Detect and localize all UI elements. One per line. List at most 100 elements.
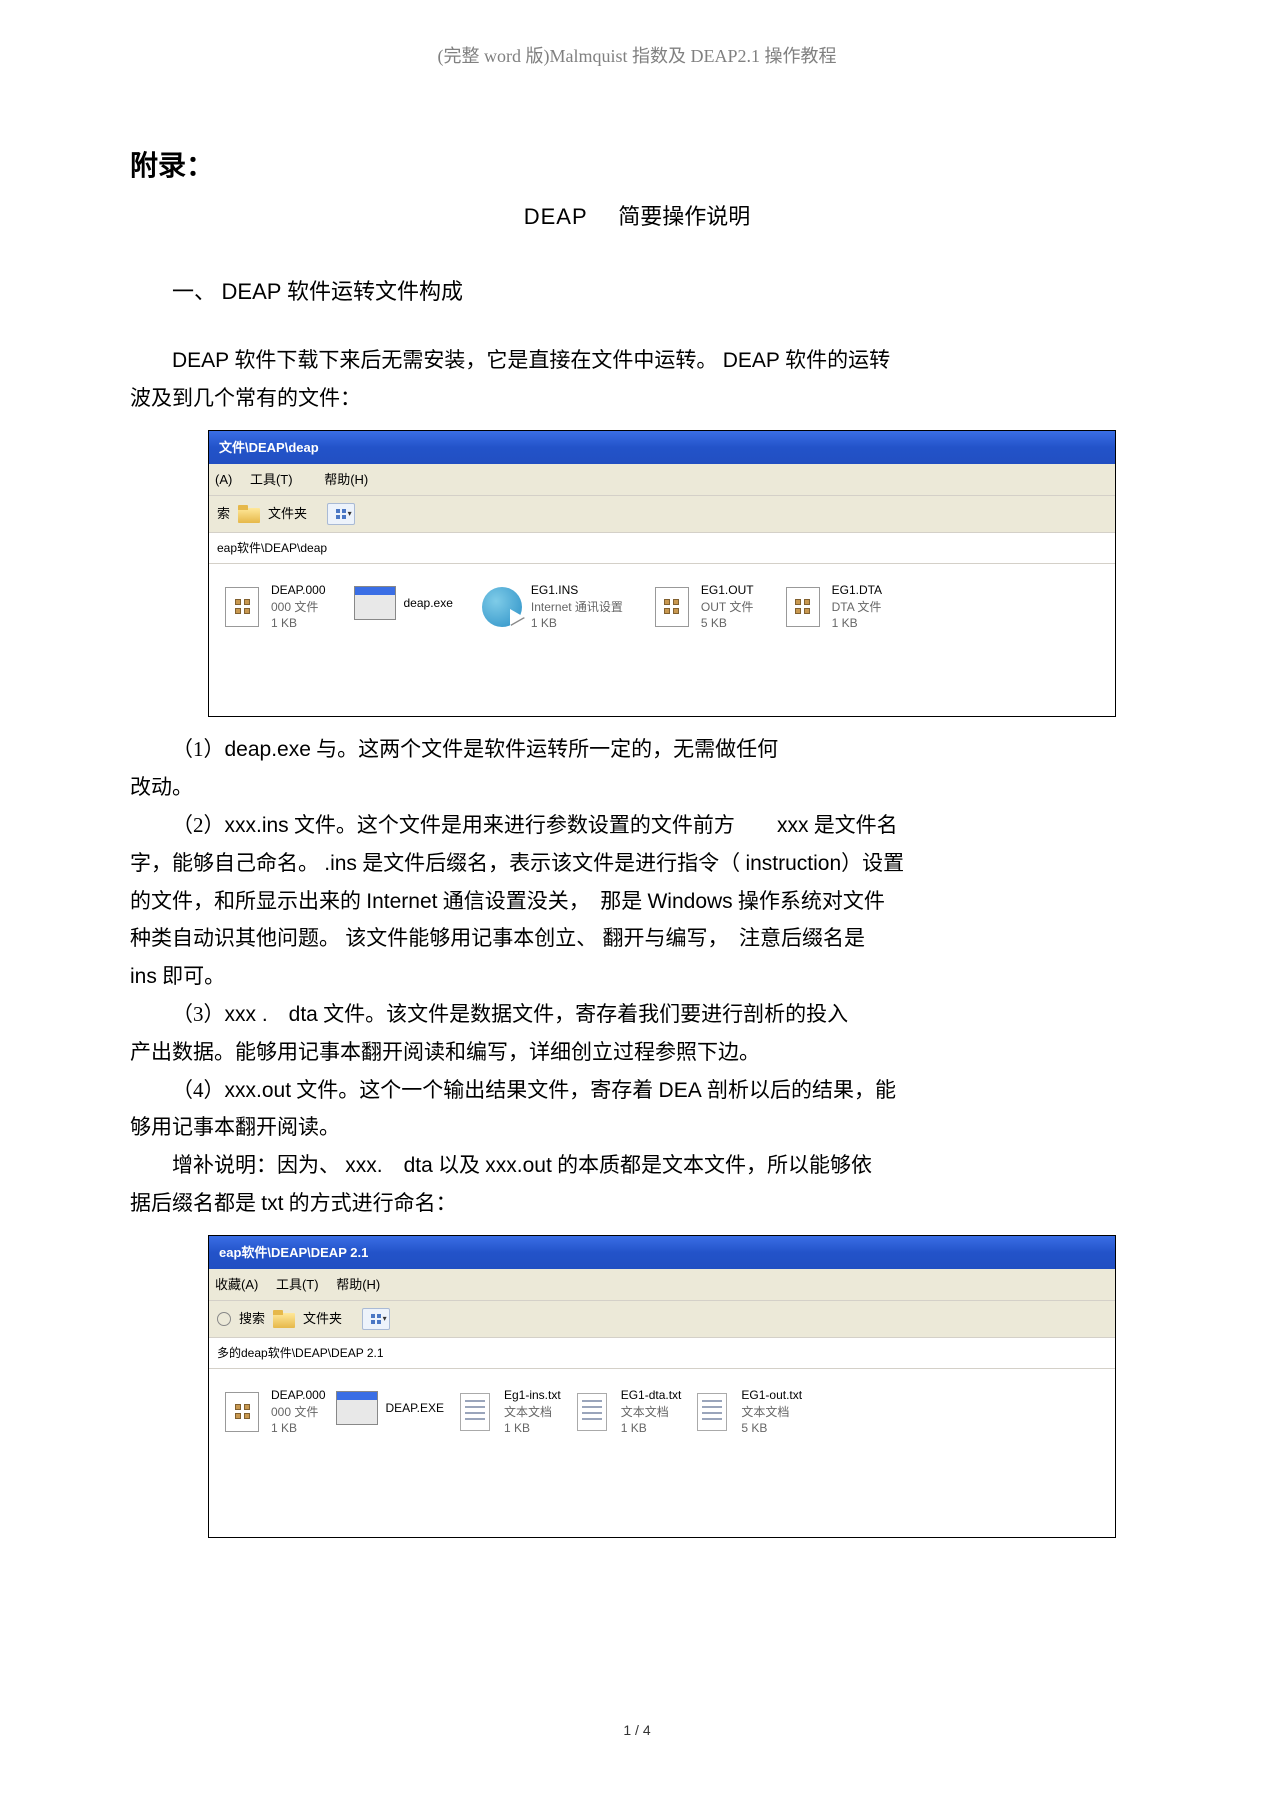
file-pane: DEAP.000 000 文件 1 KB DEAP.EXE Eg1-ins.tx… xyxy=(209,1369,1115,1537)
term-ins3: ins xyxy=(130,965,157,988)
title-brand: DEAP xyxy=(524,204,588,229)
para-4: （4）xxx.out 文件。这个一个输出结果文件，寄存着 DEA 剖析以后的结果… xyxy=(130,1072,1144,1110)
term-dea: DEA xyxy=(659,1079,702,1102)
file-name: EG1.DTA xyxy=(832,582,882,598)
section-brand: DEAP xyxy=(222,279,282,304)
view-button[interactable]: ▾ xyxy=(327,503,355,525)
window-titlebar[interactable]: 文件\DEAP\deap xyxy=(209,431,1115,464)
menu-help[interactable]: 帮助(H) xyxy=(324,472,382,487)
menu-a[interactable]: (A) xyxy=(215,472,232,487)
file-item[interactable]: Eg1-ins.txt 文本文档 1 KB xyxy=(454,1387,561,1436)
file-item[interactable]: EG1-out.txt 文本文档 5 KB xyxy=(691,1387,802,1436)
document-header: (完整 word 版)Malmquist 指数及 DEAP2.1 操作教程 xyxy=(130,40,1144,72)
term-windows: Windows xyxy=(647,890,732,913)
term-out: xxx.out xyxy=(225,1079,292,1102)
file-size: 1 KB xyxy=(621,1420,682,1436)
para-1b: 改动。 xyxy=(130,769,1144,807)
explorer-window-1: 文件\DEAP\deap (A) 工具(T) 帮助(H) 索 文件夹 ▾ eap… xyxy=(208,430,1116,718)
intro-text-1: 软件下载下来后无需安装，它是直接在文件中运转。 xyxy=(229,348,723,372)
generic-file-icon xyxy=(221,586,263,628)
generic-file-icon xyxy=(221,1391,263,1433)
file-item[interactable]: EG1-dta.txt 文本文档 1 KB xyxy=(571,1387,682,1436)
file-size: 5 KB xyxy=(701,615,754,631)
term-xxx: xxx xyxy=(777,814,809,837)
menu-tools[interactable]: 工具(T) xyxy=(276,1277,319,1292)
p2-text: 文件。这个文件是用来进行参数设置的文件前方 xyxy=(289,813,777,837)
search-label[interactable]: 搜索 xyxy=(239,1307,265,1330)
file-size: 1 KB xyxy=(271,1420,326,1436)
p2-tail: 是文件名 xyxy=(808,813,897,837)
toolbar: 搜索 文件夹 ▾ xyxy=(209,1301,1115,1337)
file-item[interactable]: EG1.DTA DTA 文件 1 KB xyxy=(782,582,882,631)
menu-help[interactable]: 帮助(H) xyxy=(336,1277,380,1292)
file-item[interactable]: DEAP.000 000 文件 1 KB xyxy=(221,582,326,631)
ins-file-icon xyxy=(481,586,523,628)
file-type: 文本文档 xyxy=(741,1404,802,1420)
p2c-c: 通信设置没关， 那是 xyxy=(437,889,647,913)
num-1: （1） xyxy=(172,737,225,761)
generic-file-icon xyxy=(651,586,693,628)
p5-e: 的本质都是文本文件，所以能够依 xyxy=(552,1153,872,1177)
search-icon[interactable] xyxy=(217,1312,231,1326)
file-name: DEAP.EXE xyxy=(386,1400,444,1416)
file-size: 1 KB xyxy=(504,1420,561,1436)
file-type: 000 文件 xyxy=(271,599,326,615)
file-type: DTA 文件 xyxy=(832,599,882,615)
window-titlebar[interactable]: eap软件\DEAP\DEAP 2.1 xyxy=(209,1236,1115,1269)
menubar[interactable]: (A) 工具(T) 帮助(H) xyxy=(209,464,1115,496)
intro-para-2: 波及到几个常有的文件： xyxy=(130,380,1144,418)
folder-icon[interactable] xyxy=(273,1310,295,1328)
file-item[interactable]: DEAP.EXE xyxy=(336,1387,444,1429)
file-name: deap.exe xyxy=(404,595,453,611)
file-meta: EG1-out.txt 文本文档 5 KB xyxy=(741,1387,802,1436)
view-grid-icon xyxy=(336,509,346,519)
generic-file-icon xyxy=(782,586,824,628)
file-name: EG1-out.txt xyxy=(741,1387,802,1403)
num-3: （3） xyxy=(172,1002,225,1026)
para-2d: 种类自动识其他问题。 该文件能够用记事本创立、 翻开与编写， 注意后缀名是 xyxy=(130,920,1144,958)
file-name: DEAP.000 xyxy=(271,582,326,598)
p5-c: 以及 xyxy=(433,1153,486,1177)
intro-brand-1: DEAP xyxy=(172,349,229,372)
folders-label[interactable]: 文件夹 xyxy=(303,1307,342,1330)
menubar[interactable]: 收藏(A) 工具(T) 帮助(H) xyxy=(209,1269,1115,1301)
intro-text-2: 软件的运转 xyxy=(780,348,890,372)
p3-tail: 文件。该文件是数据文件，寄存着我们要进行剖析的投入 xyxy=(318,1002,848,1026)
file-item[interactable]: EG1.OUT OUT 文件 5 KB xyxy=(651,582,754,631)
txt-file-icon xyxy=(454,1391,496,1433)
file-name: EG1-dta.txt xyxy=(621,1387,682,1403)
page-number: 1 / 4 xyxy=(130,1718,1144,1743)
file-meta: EG1.OUT OUT 文件 5 KB xyxy=(701,582,754,631)
file-item[interactable]: deap.exe xyxy=(354,582,453,624)
para-5b: 据后缀名都是 txt 的方式进行命名： xyxy=(130,1185,1144,1223)
num-2: （2） xyxy=(172,813,225,837)
p2c-e: 操作系统对文件 xyxy=(733,889,885,913)
term-ins2: .ins xyxy=(324,852,357,875)
file-name: EG1.INS xyxy=(531,582,623,598)
explorer-window-2: eap软件\DEAP\DEAP 2.1 收藏(A) 工具(T) 帮助(H) 搜索… xyxy=(208,1235,1116,1539)
search-label[interactable]: 索 xyxy=(217,502,230,525)
view-grid-icon xyxy=(371,1314,381,1324)
address-bar[interactable]: eap软件\DEAP\deap xyxy=(209,533,1115,565)
exe-file-icon xyxy=(336,1387,378,1429)
p4-c: 文件。这个一个输出结果文件，寄存着 xyxy=(291,1078,659,1102)
para-2: （2）xxx.ins 文件。这个文件是用来进行参数设置的文件前方 xxx 是文件… xyxy=(130,807,1144,845)
file-name: DEAP.000 xyxy=(271,1387,326,1403)
para-2c: 的文件，和所显示出来的 Internet 通信设置没关， 那是 Windows … xyxy=(130,883,1144,921)
file-meta: DEAP.000 000 文件 1 KB xyxy=(271,1387,326,1436)
menu-tools[interactable]: 工具(T) xyxy=(250,472,307,487)
p2b-c: 是文件后缀名，表示该文件是进行指令（ xyxy=(357,851,746,875)
menu-favorites[interactable]: 收藏(A) xyxy=(215,1277,258,1292)
file-item[interactable]: EG1.INS Internet 通讯设置 1 KB xyxy=(481,582,623,631)
folder-icon[interactable] xyxy=(238,505,260,523)
file-meta: Eg1-ins.txt 文本文档 1 KB xyxy=(504,1387,561,1436)
file-meta: DEAP.EXE xyxy=(386,1400,444,1416)
chevron-down-icon: ▾ xyxy=(348,507,352,521)
file-type: 文本文档 xyxy=(504,1404,561,1420)
folders-label[interactable]: 文件夹 xyxy=(268,502,307,525)
section-1-heading: 一、 DEAP 软件运转文件构成 xyxy=(172,272,1144,312)
address-bar[interactable]: 多的deap软件\DEAP\DEAP 2.1 xyxy=(209,1338,1115,1370)
file-item[interactable]: DEAP.000 000 文件 1 KB xyxy=(221,1387,326,1436)
para-2b: 字，能够自己命名。 .ins 是文件后缀名，表示该文件是进行指令（ instru… xyxy=(130,845,1144,883)
view-button[interactable]: ▾ xyxy=(362,1308,390,1330)
